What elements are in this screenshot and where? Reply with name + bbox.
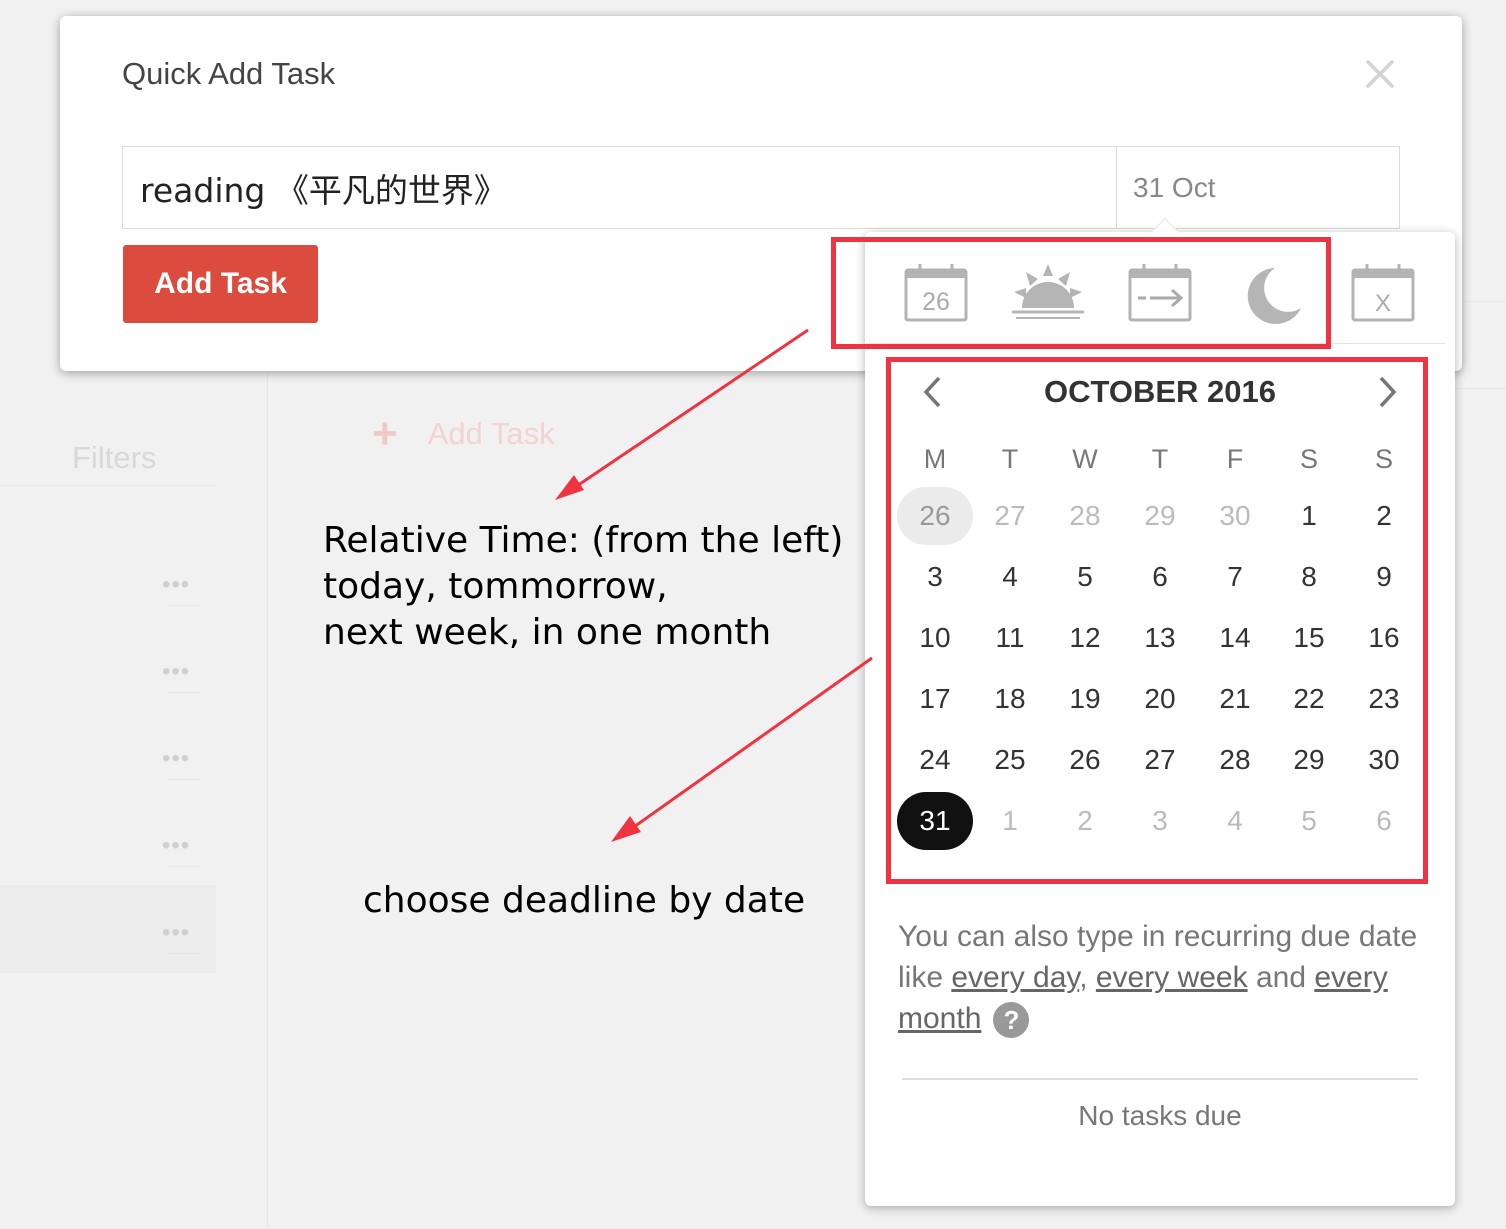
more-dots-icon[interactable]: •••	[162, 573, 190, 597]
every-week-link[interactable]: every week	[1096, 961, 1248, 994]
annotation-line: next week, in one month	[323, 612, 772, 653]
add-task-button[interactable]: Add Task	[123, 245, 318, 323]
annotation-line: Relative Time: (from the left)	[323, 520, 844, 561]
help-icon[interactable]: ?	[993, 1002, 1030, 1039]
task-input-group	[122, 146, 1494, 229]
sidebar-divider	[168, 866, 200, 867]
hint-separator: and	[1247, 961, 1315, 994]
quick-options-highlight-box	[831, 237, 1331, 349]
no-tasks-due-label: No tasks due	[1078, 1100, 1242, 1131]
sidebar-divider	[168, 605, 200, 606]
close-icon	[1366, 60, 1394, 88]
annotation-arrow-choose-date	[623, 656, 873, 836]
quick-option-no-date[interactable]: X	[1347, 262, 1427, 324]
sidebar-divider	[168, 779, 200, 780]
inline-add-task-label: Add Task	[427, 416, 555, 451]
hint-separator: ,	[1079, 961, 1096, 994]
more-dots-icon[interactable]: •••	[162, 921, 190, 945]
every-day-link[interactable]: every day	[951, 961, 1079, 994]
modal-title: Quick Add Task	[122, 56, 336, 91]
content-divider	[1455, 301, 1506, 302]
content-divider	[1455, 388, 1506, 389]
sidebar-filters-heading[interactable]: Filters	[72, 440, 156, 476]
annotation-choose-date: choose deadline by date	[363, 880, 806, 921]
footer-divider	[902, 1078, 1418, 1080]
sidebar	[0, 372, 268, 1229]
due-date-input[interactable]	[1116, 147, 1494, 228]
annotation-arrowhead	[611, 816, 641, 842]
more-dots-icon[interactable]: •••	[162, 660, 190, 684]
annotation-arrowhead	[555, 475, 584, 500]
plus-icon: +	[372, 409, 398, 458]
calendar-x-icon-label: X	[1375, 290, 1391, 317]
more-dots-icon[interactable]: •••	[162, 834, 190, 858]
sidebar-divider	[168, 692, 200, 693]
calendar-x-icon: X	[1351, 264, 1415, 322]
calendar-highlight-box	[886, 357, 1428, 884]
sidebar-divider	[168, 953, 200, 954]
annotation-line: today, tommorrow,	[323, 566, 668, 607]
more-dots-icon[interactable]: •••	[162, 747, 190, 771]
inline-add-task[interactable]: + Add Task	[372, 409, 555, 458]
close-button[interactable]	[1362, 54, 1398, 94]
recurring-hint: You can also type in recurring due date …	[898, 916, 1418, 1039]
annotation-relative-time: Relative Time: (from the left) today, to…	[323, 518, 843, 656]
task-content-input[interactable]	[123, 147, 1116, 228]
sidebar-divider	[0, 485, 216, 486]
